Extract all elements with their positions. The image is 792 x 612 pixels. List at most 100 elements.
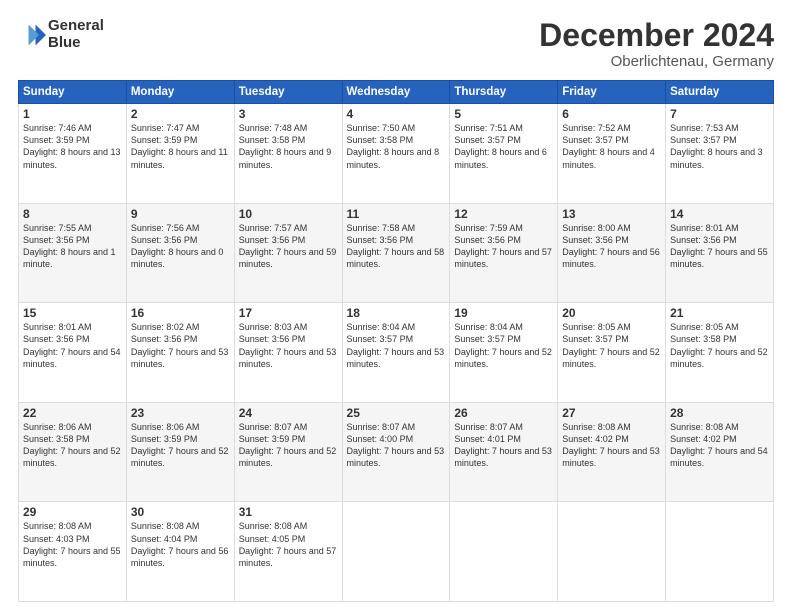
day-detail: Sunrise: 7:55 AM Sunset: 3:56 PM Dayligh… [23,222,122,271]
day-number: 4 [347,107,446,121]
calendar-cell: 6Sunrise: 7:52 AM Sunset: 3:57 PM Daylig… [558,104,666,204]
day-number: 6 [562,107,661,121]
day-detail: Sunrise: 8:08 AM Sunset: 4:02 PM Dayligh… [562,421,661,470]
day-detail: Sunrise: 7:58 AM Sunset: 3:56 PM Dayligh… [347,222,446,271]
calendar-header-tuesday: Tuesday [234,81,342,104]
calendar-cell: 10Sunrise: 7:57 AM Sunset: 3:56 PM Dayli… [234,203,342,303]
day-number: 9 [131,207,230,221]
day-detail: Sunrise: 8:08 AM Sunset: 4:05 PM Dayligh… [239,520,338,569]
calendar-cell: 30Sunrise: 8:08 AM Sunset: 4:04 PM Dayli… [126,502,234,602]
header: General Blue December 2024 Oberlichtenau… [18,18,774,70]
day-number: 19 [454,306,553,320]
calendar-cell: 18Sunrise: 8:04 AM Sunset: 3:57 PM Dayli… [342,303,450,403]
day-detail: Sunrise: 7:59 AM Sunset: 3:56 PM Dayligh… [454,222,553,271]
calendar-cell: 24Sunrise: 8:07 AM Sunset: 3:59 PM Dayli… [234,402,342,502]
day-detail: Sunrise: 7:50 AM Sunset: 3:58 PM Dayligh… [347,122,446,171]
logo: General Blue [18,18,104,51]
day-number: 24 [239,406,338,420]
day-detail: Sunrise: 8:06 AM Sunset: 3:59 PM Dayligh… [131,421,230,470]
day-number: 16 [131,306,230,320]
calendar-cell: 7Sunrise: 7:53 AM Sunset: 3:57 PM Daylig… [666,104,774,204]
calendar-cell: 13Sunrise: 8:00 AM Sunset: 3:56 PM Dayli… [558,203,666,303]
calendar-cell: 4Sunrise: 7:50 AM Sunset: 3:58 PM Daylig… [342,104,450,204]
calendar-cell: 25Sunrise: 8:07 AM Sunset: 4:00 PM Dayli… [342,402,450,502]
day-detail: Sunrise: 8:05 AM Sunset: 3:57 PM Dayligh… [562,321,661,370]
calendar-cell: 21Sunrise: 8:05 AM Sunset: 3:58 PM Dayli… [666,303,774,403]
calendar-cell: 12Sunrise: 7:59 AM Sunset: 3:56 PM Dayli… [450,203,558,303]
day-detail: Sunrise: 7:56 AM Sunset: 3:56 PM Dayligh… [131,222,230,271]
day-detail: Sunrise: 8:06 AM Sunset: 3:58 PM Dayligh… [23,421,122,470]
calendar-cell: 15Sunrise: 8:01 AM Sunset: 3:56 PM Dayli… [19,303,127,403]
calendar-header-monday: Monday [126,81,234,104]
calendar-cell [558,502,666,602]
day-detail: Sunrise: 8:08 AM Sunset: 4:04 PM Dayligh… [131,520,230,569]
day-number: 20 [562,306,661,320]
day-number: 11 [347,207,446,221]
day-detail: Sunrise: 8:07 AM Sunset: 4:01 PM Dayligh… [454,421,553,470]
day-detail: Sunrise: 8:08 AM Sunset: 4:02 PM Dayligh… [670,421,769,470]
page: General Blue December 2024 Oberlichtenau… [0,0,792,612]
day-number: 25 [347,406,446,420]
calendar-cell: 22Sunrise: 8:06 AM Sunset: 3:58 PM Dayli… [19,402,127,502]
calendar-cell: 19Sunrise: 8:04 AM Sunset: 3:57 PM Dayli… [450,303,558,403]
calendar-row: 29Sunrise: 8:08 AM Sunset: 4:03 PM Dayli… [19,502,774,602]
calendar-cell: 9Sunrise: 7:56 AM Sunset: 3:56 PM Daylig… [126,203,234,303]
day-number: 2 [131,107,230,121]
day-detail: Sunrise: 8:07 AM Sunset: 4:00 PM Dayligh… [347,421,446,470]
logo-icon [18,21,46,49]
day-number: 18 [347,306,446,320]
calendar-header-saturday: Saturday [666,81,774,104]
day-number: 23 [131,406,230,420]
day-number: 8 [23,207,122,221]
title-block: December 2024 Oberlichtenau, Germany [539,18,774,70]
day-detail: Sunrise: 8:00 AM Sunset: 3:56 PM Dayligh… [562,222,661,271]
day-number: 27 [562,406,661,420]
day-number: 1 [23,107,122,121]
day-detail: Sunrise: 7:47 AM Sunset: 3:59 PM Dayligh… [131,122,230,171]
calendar-cell [342,502,450,602]
calendar-cell [450,502,558,602]
day-detail: Sunrise: 8:07 AM Sunset: 3:59 PM Dayligh… [239,421,338,470]
subtitle: Oberlichtenau, Germany [539,53,774,70]
day-number: 7 [670,107,769,121]
calendar-cell: 16Sunrise: 8:02 AM Sunset: 3:56 PM Dayli… [126,303,234,403]
day-number: 13 [562,207,661,221]
calendar-row: 8Sunrise: 7:55 AM Sunset: 3:56 PM Daylig… [19,203,774,303]
main-title: December 2024 [539,18,774,53]
calendar-header-sunday: Sunday [19,81,127,104]
day-number: 28 [670,406,769,420]
calendar-cell: 5Sunrise: 7:51 AM Sunset: 3:57 PM Daylig… [450,104,558,204]
day-detail: Sunrise: 7:53 AM Sunset: 3:57 PM Dayligh… [670,122,769,171]
day-detail: Sunrise: 7:52 AM Sunset: 3:57 PM Dayligh… [562,122,661,171]
day-number: 26 [454,406,553,420]
day-number: 12 [454,207,553,221]
calendar-row: 15Sunrise: 8:01 AM Sunset: 3:56 PM Dayli… [19,303,774,403]
day-detail: Sunrise: 7:46 AM Sunset: 3:59 PM Dayligh… [23,122,122,171]
day-detail: Sunrise: 8:01 AM Sunset: 3:56 PM Dayligh… [23,321,122,370]
day-number: 31 [239,505,338,519]
day-detail: Sunrise: 8:02 AM Sunset: 3:56 PM Dayligh… [131,321,230,370]
calendar-cell: 26Sunrise: 8:07 AM Sunset: 4:01 PM Dayli… [450,402,558,502]
day-number: 17 [239,306,338,320]
day-detail: Sunrise: 8:05 AM Sunset: 3:58 PM Dayligh… [670,321,769,370]
calendar-header-thursday: Thursday [450,81,558,104]
day-number: 29 [23,505,122,519]
day-detail: Sunrise: 7:48 AM Sunset: 3:58 PM Dayligh… [239,122,338,171]
calendar-cell: 23Sunrise: 8:06 AM Sunset: 3:59 PM Dayli… [126,402,234,502]
calendar-cell: 28Sunrise: 8:08 AM Sunset: 4:02 PM Dayli… [666,402,774,502]
day-detail: Sunrise: 7:51 AM Sunset: 3:57 PM Dayligh… [454,122,553,171]
calendar-cell [666,502,774,602]
day-number: 15 [23,306,122,320]
calendar-cell: 1Sunrise: 7:46 AM Sunset: 3:59 PM Daylig… [19,104,127,204]
calendar-cell: 29Sunrise: 8:08 AM Sunset: 4:03 PM Dayli… [19,502,127,602]
day-detail: Sunrise: 8:08 AM Sunset: 4:03 PM Dayligh… [23,520,122,569]
calendar-cell: 11Sunrise: 7:58 AM Sunset: 3:56 PM Dayli… [342,203,450,303]
calendar-row: 22Sunrise: 8:06 AM Sunset: 3:58 PM Dayli… [19,402,774,502]
day-detail: Sunrise: 8:04 AM Sunset: 3:57 PM Dayligh… [347,321,446,370]
day-detail: Sunrise: 8:03 AM Sunset: 3:56 PM Dayligh… [239,321,338,370]
calendar-cell: 8Sunrise: 7:55 AM Sunset: 3:56 PM Daylig… [19,203,127,303]
calendar-cell: 2Sunrise: 7:47 AM Sunset: 3:59 PM Daylig… [126,104,234,204]
calendar-row: 1Sunrise: 7:46 AM Sunset: 3:59 PM Daylig… [19,104,774,204]
calendar-header-friday: Friday [558,81,666,104]
day-number: 3 [239,107,338,121]
